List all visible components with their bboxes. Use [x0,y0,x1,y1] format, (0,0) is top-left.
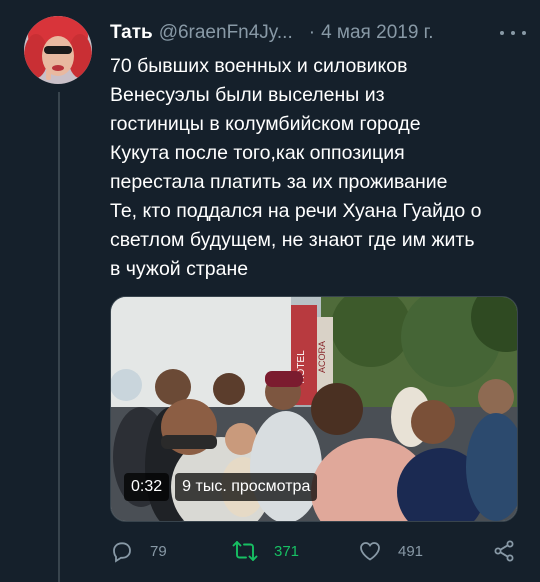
video-overlay: 0:32 9 тыс. просмотра [124,473,318,501]
share-button[interactable] [492,536,532,566]
retweet-count: 371 [274,542,300,560]
tweet-text-line: перестала платить за их проживание [110,171,448,193]
reply-button[interactable]: 79 [110,536,167,566]
video-duration: 0:32 [124,473,170,501]
retweet-button[interactable]: 371 [232,536,299,566]
tweet-text-line: Те, кто поддался на речи Хуана Гуайдо о [110,200,482,222]
tweet-header: Тать @6raenFn4Jy... · 4 мая 2019 г. [110,21,522,45]
reply-count: 79 [150,542,167,560]
more-icon[interactable] [500,23,526,43]
video-views: 9 тыс. просмотра [175,473,318,501]
tweet-text-line: Венесуэлы были выселены из [110,84,385,106]
like-count: 491 [398,542,424,560]
thread-line [58,92,60,582]
display-name[interactable]: Тать [110,22,153,44]
tweet-text-line: гостиницы в колумбийском городе [110,113,421,135]
tweet-text-line: светлом будущем, не знают где им жить [110,229,475,251]
retweet-icon [232,541,258,561]
like-button[interactable]: 491 [358,536,423,566]
acora-sign-text: ACORA [317,341,327,373]
tweet-text-line: 70 бывших военных и силовиков [110,55,408,77]
tweet-text: 70 бывших военных и силовиков Венесуэлы … [110,52,522,284]
reply-icon [113,542,131,563]
heart-icon [360,542,380,561]
action-bar: 79 371 491 [110,536,522,566]
tweet-text-line: Кукута после того,как оппозиция [110,142,405,164]
avatar[interactable] [24,16,92,84]
tweet-text-line: в чужой стране [110,258,249,280]
user-handle[interactable]: @6raenFn4Jy... [159,22,293,44]
tweet-date[interactable]: 4 мая 2019 г. [321,22,433,44]
separator-dot: · [308,22,316,43]
share-icon [494,540,514,562]
